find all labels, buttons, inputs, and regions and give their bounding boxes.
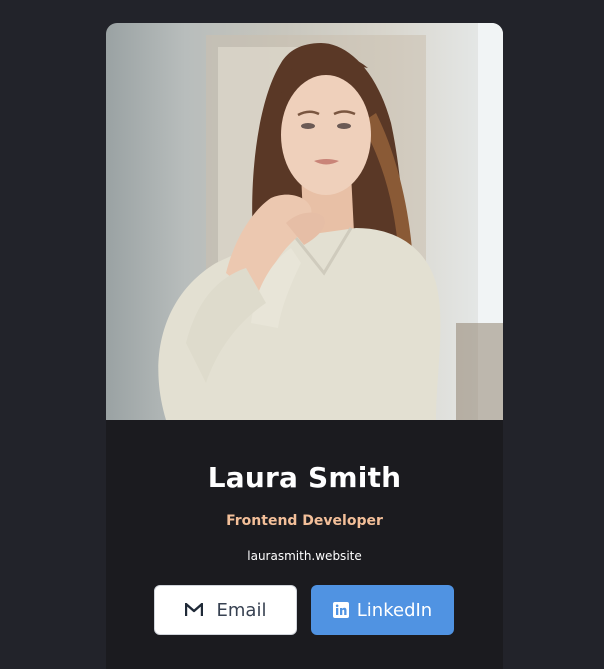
gmail-icon	[184, 603, 203, 617]
profile-name: Laura Smith	[207, 461, 402, 494]
email-button[interactable]: Email	[154, 585, 297, 635]
linkedin-button-label: LinkedIn	[356, 599, 433, 621]
profile-card: Laura Smith Frontend Developer laurasmit…	[106, 23, 503, 669]
profile-photo	[106, 23, 503, 420]
linkedin-icon	[332, 602, 349, 618]
profile-role: Frontend Developer	[226, 513, 383, 529]
email-button-label: Email	[216, 599, 267, 621]
profile-website: laurasmith.website	[247, 549, 362, 563]
linkedin-button[interactable]: LinkedIn	[311, 585, 454, 635]
profile-photo-illustration	[158, 23, 503, 420]
